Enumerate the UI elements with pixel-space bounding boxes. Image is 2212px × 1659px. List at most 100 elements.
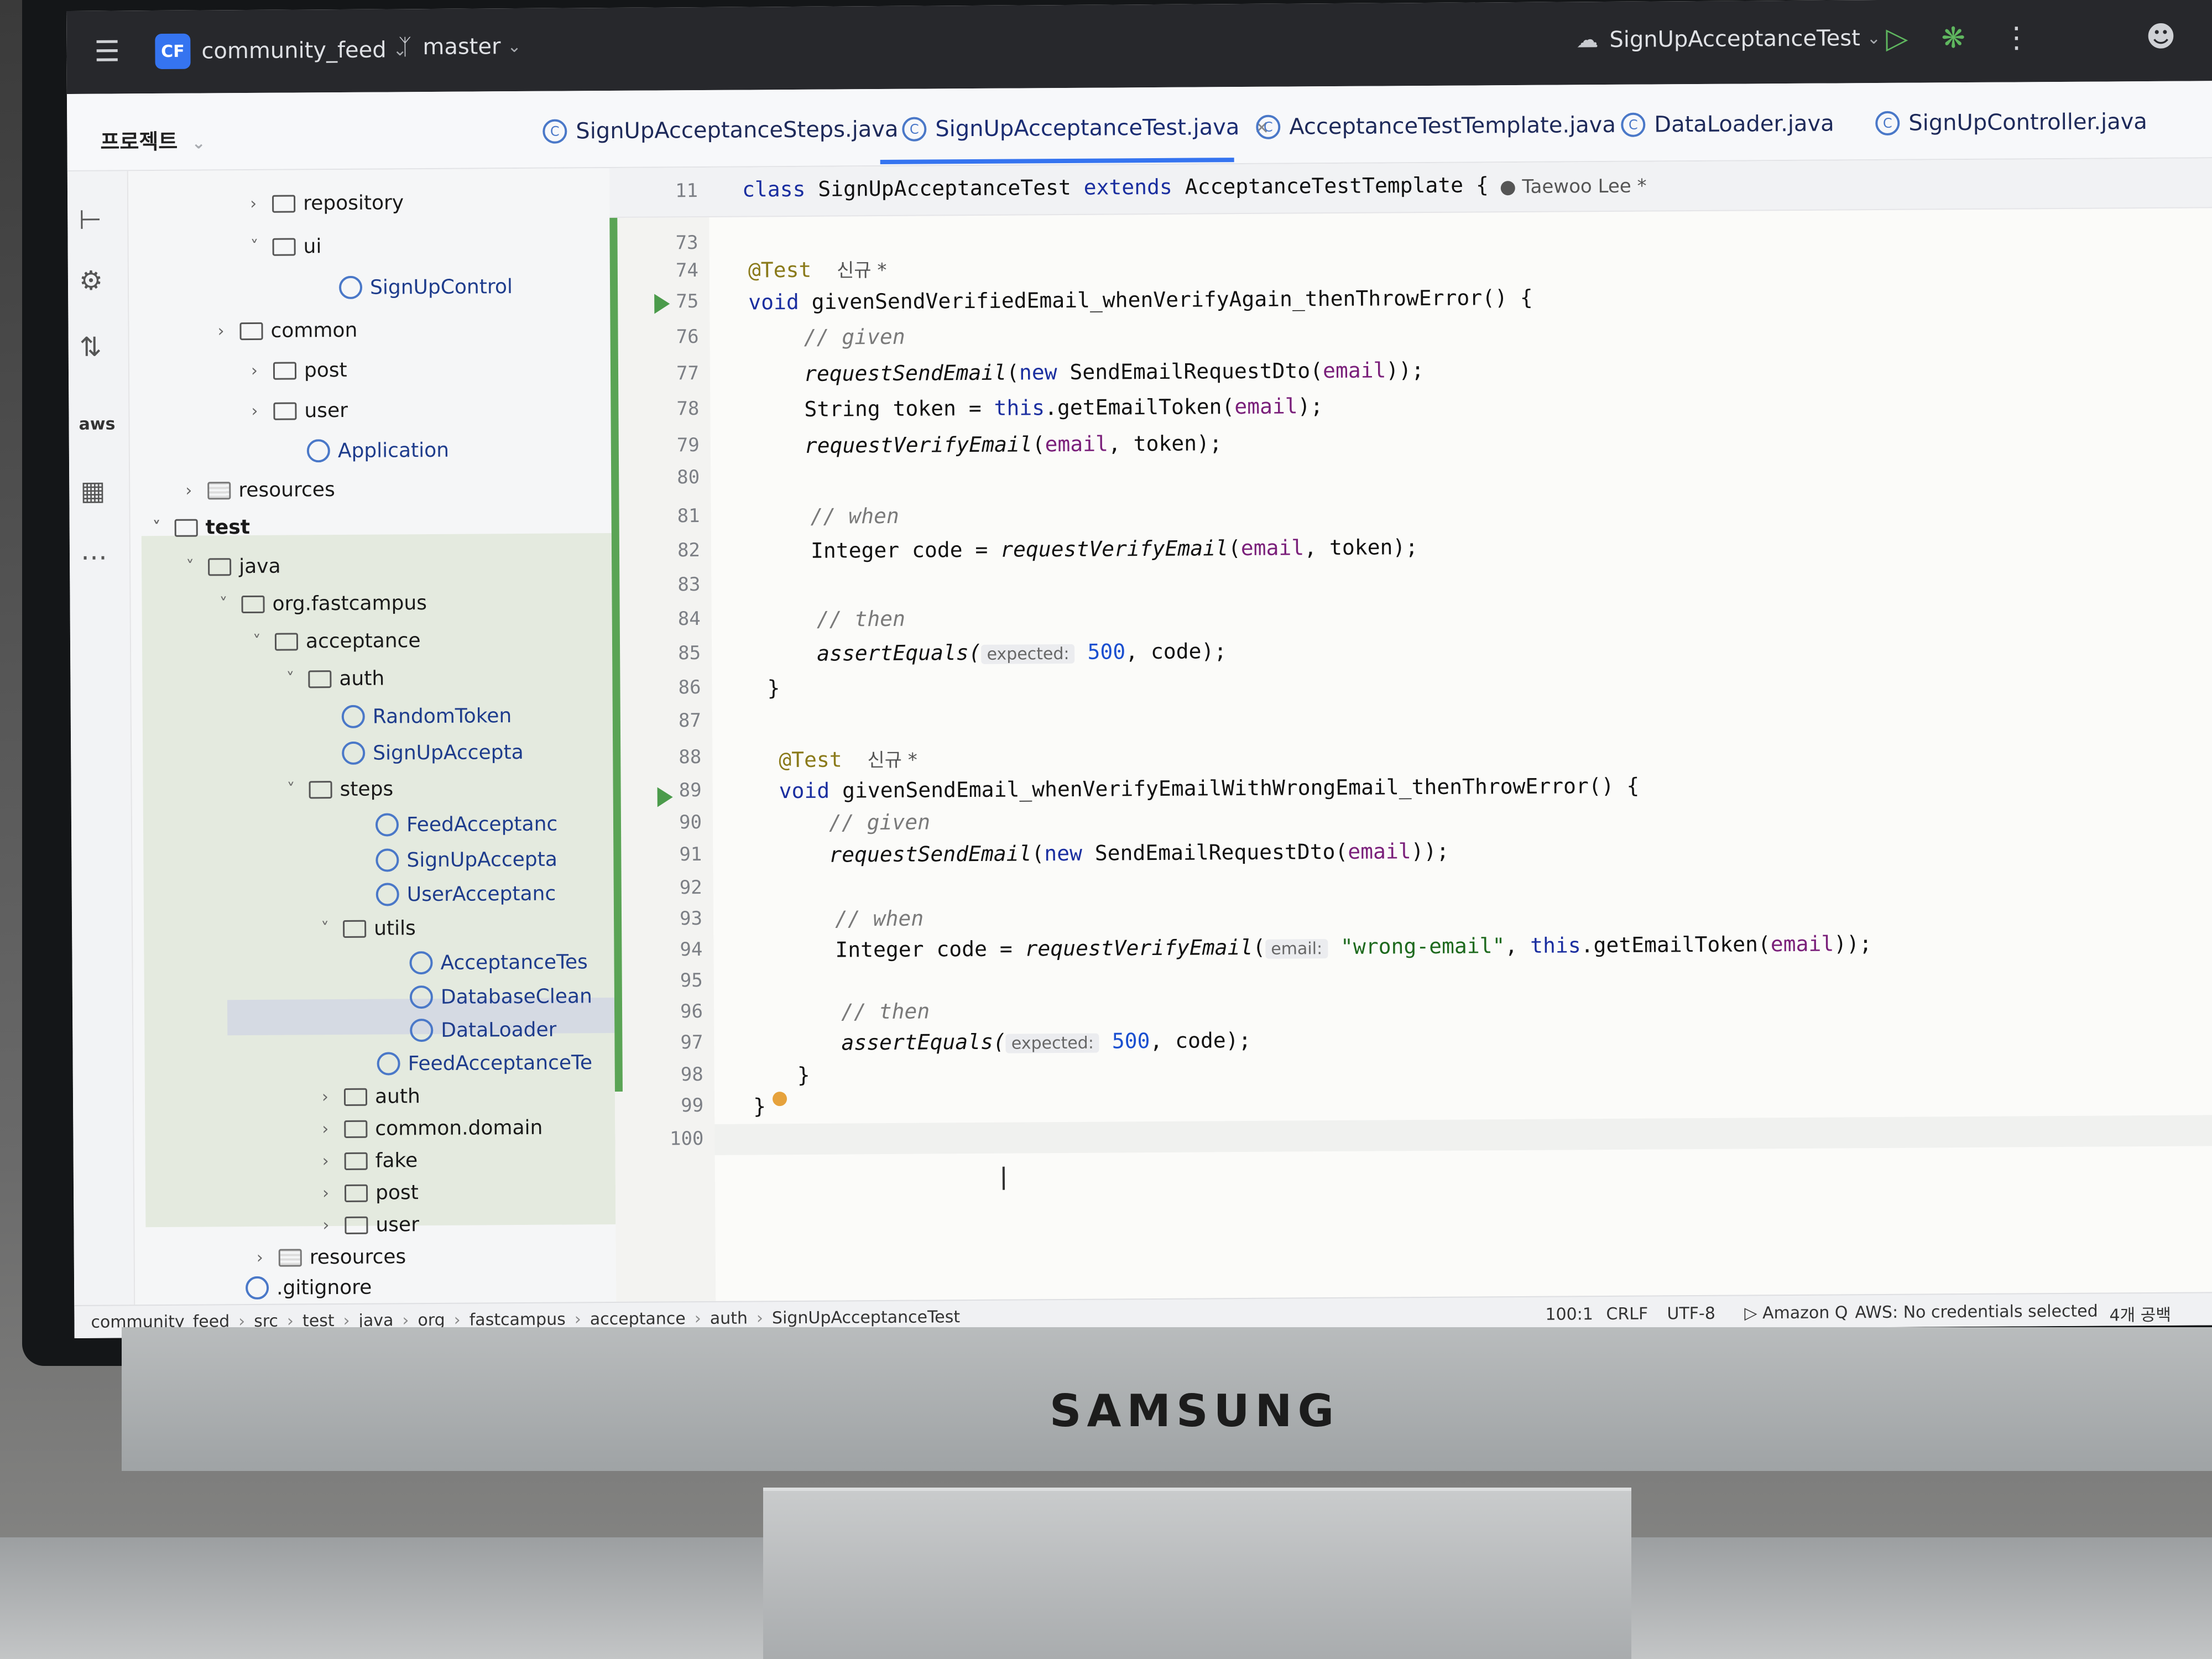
tab-signup-acceptance-test[interactable]: C SignUpAcceptanceTest.java × (902, 114, 1270, 142)
tree-node-label: java (239, 555, 281, 578)
class-icon (409, 951, 433, 975)
profile-icon[interactable]: ☻ (2146, 20, 2176, 54)
chevron-right-icon[interactable]: › (322, 1215, 345, 1235)
debug-icon[interactable]: ❋ (1941, 22, 1965, 55)
tree-node[interactable]: FeedAcceptanc (353, 812, 558, 837)
code-line-94: Integer code = requestVerifyEmail(email:… (835, 931, 1872, 962)
chevron-right-icon[interactable]: › (322, 1087, 344, 1107)
chevron-down-icon[interactable]: ˅ (321, 919, 343, 938)
tree-node[interactable]: › common.domain (322, 1117, 542, 1140)
file-encoding[interactable]: UTF-8 (1667, 1304, 1715, 1324)
tree-node-label: auth (339, 667, 385, 691)
line-number: 84 (677, 608, 701, 630)
parent-class-name: AcceptanceTestTemplate { (1172, 173, 1489, 199)
more-icon[interactable]: ⋮ (2002, 21, 2031, 54)
breadcrumb-item[interactable]: auth (710, 1309, 748, 1328)
tree-node[interactable]: SignUpAccepta (320, 740, 524, 765)
tab-signup-controller[interactable]: C SignUpController.java (1875, 109, 2147, 136)
chevron-right-icon[interactable]: › (322, 1183, 345, 1203)
tree-node[interactable]: ˅ java (186, 555, 281, 578)
run-test-gutter-icon[interactable] (654, 294, 670, 314)
chevron-right-icon[interactable]: › (217, 321, 239, 341)
pull-request-icon[interactable]: ⇅ (80, 332, 102, 363)
tree-node[interactable]: ˅ org.fastcampus (219, 592, 427, 615)
laptop-brand-logo: SAMSUNG (1049, 1385, 1340, 1437)
folder-icon (239, 322, 263, 340)
tree-node[interactable]: › auth (322, 1085, 420, 1108)
chevron-right-icon[interactable]: › (251, 401, 273, 421)
tree-node[interactable]: ˅ auth (286, 667, 384, 691)
chevron-right-icon[interactable]: › (185, 481, 207, 500)
class-icon: C (1621, 112, 1646, 137)
tree-node[interactable]: ˅ test (153, 516, 250, 539)
chevron-right-icon[interactable]: › (250, 194, 272, 213)
tree-node[interactable]: › post (251, 359, 347, 382)
run-icon[interactable]: ▷ (1886, 22, 1908, 55)
line-number: 94 (680, 938, 703, 961)
tree-node[interactable]: DatabaseClean (388, 984, 592, 1009)
tree-node[interactable]: AcceptanceTes (387, 950, 588, 975)
aws-icon[interactable]: aws (79, 414, 115, 434)
tree-node[interactable]: ˅ ui (250, 235, 322, 258)
run-config-selector[interactable]: ☁ SignUpAcceptanceTest ⌄ (1576, 25, 1881, 53)
line-separator[interactable]: CRLF (1606, 1305, 1648, 1324)
tree-node[interactable]: ˅ steps (286, 778, 394, 801)
tree-node[interactable]: ˅ utils (321, 917, 416, 940)
tree-node[interactable]: Application (285, 439, 449, 463)
aws-status[interactable]: AWS: No credentials selected (1855, 1302, 2098, 1323)
tab-data-loader[interactable]: C DataLoader.java (1621, 111, 1834, 137)
tab-acceptance-test-template[interactable]: C AcceptanceTestTemplate.java (1256, 112, 1616, 140)
tab-signup-acceptance-steps[interactable]: C SignUpAcceptanceSteps.java (542, 117, 899, 144)
project-panel-title[interactable]: 프로젝트 ⌄ (100, 124, 206, 155)
menu-icon[interactable]: ☰ (94, 35, 120, 68)
resources-folder-icon (207, 481, 231, 499)
line-number: 98 (680, 1063, 703, 1086)
chevron-right-icon[interactable]: › (322, 1151, 345, 1171)
tree-node[interactable]: › user (251, 399, 348, 422)
tree-node[interactable]: › resources (257, 1245, 406, 1269)
tree-node[interactable]: › repository (250, 191, 404, 215)
chevron-down-icon[interactable]: ˅ (153, 518, 175, 538)
tree-node[interactable]: .gitignore (223, 1276, 372, 1300)
tree-node[interactable]: › common (217, 319, 357, 343)
chevron-down-icon: ⌄ (507, 36, 521, 56)
commit-icon[interactable]: ⚙ (79, 265, 103, 296)
chevron-down-icon[interactable]: ˅ (251, 237, 273, 257)
amazon-q-status[interactable]: ▷ Amazon Q (1744, 1303, 1848, 1323)
chevron-down-icon[interactable]: ˅ (219, 594, 241, 614)
tree-node[interactable]: SignUpAccepta (353, 848, 557, 872)
chevron-down-icon[interactable]: ˅ (287, 780, 309, 800)
tree-node[interactable]: SignUpControl (317, 275, 513, 299)
tree-node[interactable]: › post (322, 1181, 419, 1204)
breadcrumb-item[interactable]: SignUpAcceptanceTest (772, 1307, 960, 1328)
tree-node[interactable]: › user (322, 1213, 419, 1237)
chevron-down-icon[interactable]: ˅ (186, 557, 208, 577)
services-icon[interactable]: ▦ (80, 476, 106, 507)
line-number: 88 (679, 746, 702, 769)
structure-icon[interactable]: ⊢ (79, 205, 102, 236)
tree-node[interactable]: › resources (185, 478, 335, 502)
tree-node[interactable]: RandomToken (320, 704, 512, 728)
intention-bulb-icon[interactable] (772, 1092, 787, 1107)
class-icon (341, 705, 365, 728)
project-selector[interactable]: CF community_feed ⌄ (155, 32, 407, 70)
tree-node[interactable]: UserAcceptanc (354, 882, 556, 906)
tree-node[interactable]: ˅ acceptance (253, 629, 421, 653)
indent-status[interactable]: 4개 공백 (2109, 1301, 2171, 1326)
branch-selector[interactable]: ᛉ master ⌄ (398, 34, 521, 60)
code-editor[interactable]: 11 class SignUpAcceptanceTest extends Ac… (609, 158, 2212, 1302)
chevron-down-icon[interactable]: ˅ (253, 632, 275, 651)
run-test-gutter-icon[interactable] (657, 787, 673, 807)
chevron-right-icon[interactable]: › (251, 361, 273, 380)
chevron-right-icon[interactable]: › (257, 1248, 279, 1267)
chevron-right-icon[interactable]: › (322, 1119, 344, 1139)
tree-node[interactable]: FeedAcceptanceTe (355, 1051, 593, 1076)
tree-node[interactable]: DataLoader (388, 1018, 557, 1042)
breadcrumb-item[interactable]: acceptance (590, 1309, 686, 1329)
tree-node[interactable]: › fake (322, 1149, 418, 1172)
caret-position[interactable]: 100:1 (1545, 1305, 1593, 1324)
chevron-down-icon[interactable]: ˅ (286, 669, 308, 689)
tree-node-label: resources (309, 1245, 406, 1269)
run-config-name: SignUpAcceptanceTest (1609, 25, 1860, 53)
more-tools-icon[interactable]: ⋯ (81, 542, 107, 573)
